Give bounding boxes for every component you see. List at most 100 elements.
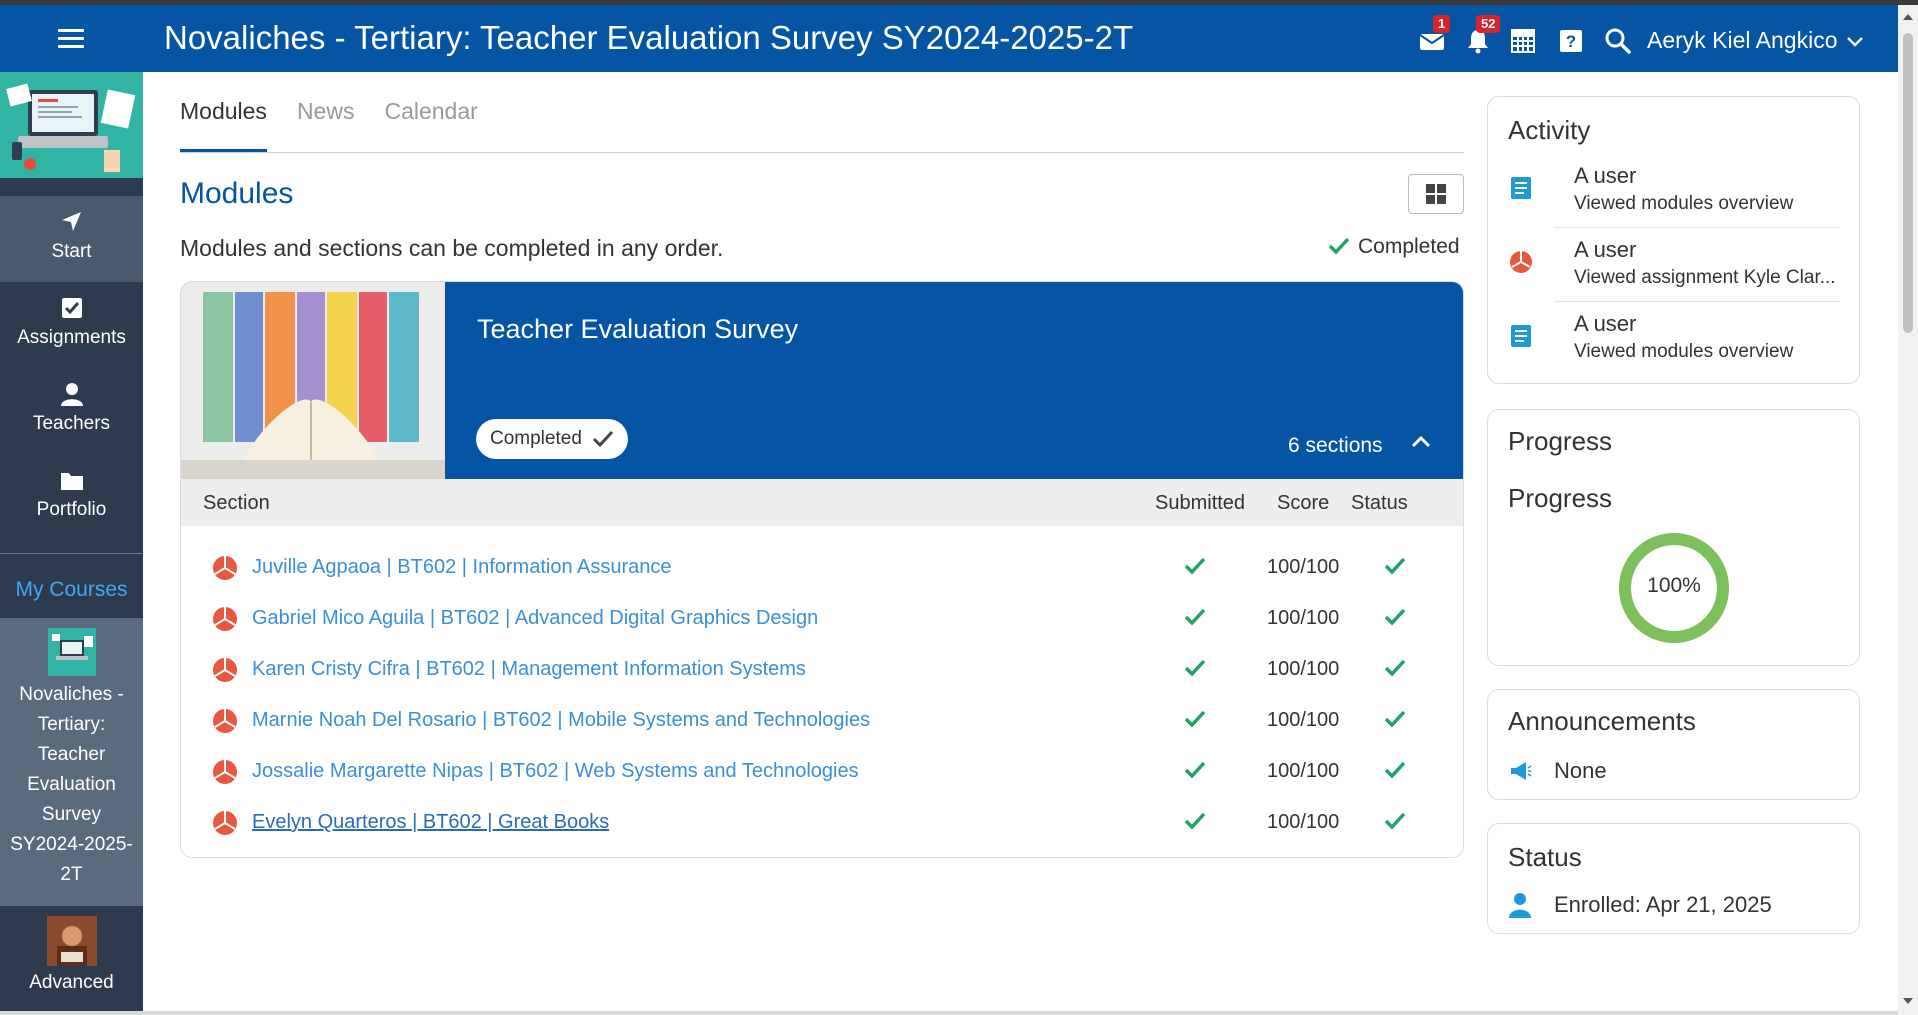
progress-title: Progress: [1508, 426, 1613, 456]
sidebar-item-label: Portfolio: [36, 499, 107, 520]
scroll-down-icon[interactable]: [1902, 995, 1914, 1007]
activity-title: Activity: [1508, 115, 1591, 145]
svg-text:?: ?: [1566, 32, 1576, 51]
section-score: 100/100: [1267, 760, 1340, 782]
section-score: 100/100: [1267, 556, 1340, 578]
check-document-icon: [61, 298, 82, 318]
sidebar-item-portfolio[interactable]: Portfolio: [0, 454, 143, 540]
submitted-check-icon: [1184, 659, 1206, 677]
activity-item: A user Viewed modules overview: [1508, 163, 1838, 237]
activity-description[interactable]: Viewed assignment Kyle Clar...: [1574, 267, 1856, 289]
course-thumbnail: [47, 628, 96, 676]
section-link[interactable]: Jossalie Margarette Nipas | BT602 | Web …: [252, 760, 859, 783]
menu-icon[interactable]: [58, 29, 84, 49]
scrollbar-thumb[interactable]: [1903, 33, 1913, 333]
status-check-icon: [1384, 659, 1406, 677]
section-table-header: Section Submitted Score Status: [181, 479, 1463, 526]
activity-item: A user Viewed assignment Kyle Clar...: [1508, 237, 1838, 311]
scrollbar[interactable]: [1898, 5, 1918, 1015]
activity-description[interactable]: Viewed modules overview: [1574, 341, 1856, 363]
table-row: Evelyn Quarteros | BT602 | Great Books 10…: [181, 796, 1463, 847]
folder-icon: [60, 473, 83, 490]
sidebar-course-current[interactable]: Novaliches - Tertiary: Teacher Evaluatio…: [0, 618, 143, 906]
user-menu[interactable]: Aeryk Kiel Angkico: [1647, 27, 1837, 54]
course-label: Advanced: [29, 972, 114, 993]
table-row: Juville Agpaoa | BT602 | Information Ass…: [181, 541, 1463, 592]
order-info-text: Modules and sections can be completed in…: [180, 235, 724, 261]
progress-ring: 100%: [1618, 532, 1730, 644]
help-icon[interactable]: ?: [1557, 27, 1585, 55]
section-link[interactable]: Gabriel Mico Aguila | BT602 | Advanced D…: [252, 607, 818, 630]
activity-user: A user: [1574, 163, 1637, 188]
sidebar-item-teachers[interactable]: Teachers: [0, 368, 143, 454]
status-title: Status: [1508, 842, 1582, 872]
grid-icon: [1426, 184, 1446, 204]
my-courses-link[interactable]: My Courses: [0, 578, 143, 602]
status-check-icon: [1384, 557, 1406, 575]
tab-divider: [180, 152, 1464, 153]
submitted-check-icon: [1184, 812, 1206, 830]
section-score: 100/100: [1267, 709, 1340, 731]
column-submitted: Submitted: [1155, 492, 1246, 514]
megaphone-icon: [1511, 762, 1532, 780]
sidebar-item-label: Teachers: [32, 413, 111, 434]
sections-count: 6 sections: [1288, 434, 1383, 457]
progress-value: 100%: [1647, 574, 1701, 597]
submitted-check-icon: [1184, 557, 1206, 575]
completed-status: Completed: [1328, 235, 1460, 259]
course-label: Novaliches - Tertiary: Teacher Evaluatio…: [10, 684, 133, 885]
section-score: 100/100: [1267, 811, 1340, 833]
table-row: Marnie Noah Del Rosario | BT602 | Mobile…: [181, 694, 1463, 745]
sidebar-course-advanced[interactable]: Advanced: [0, 908, 143, 1015]
activity-description[interactable]: Viewed modules overview: [1574, 193, 1856, 215]
sidebar-item-label: Start: [51, 241, 92, 262]
window-bottom-edge: [0, 1011, 1898, 1015]
module-title: Teacher Evaluation Survey: [477, 314, 799, 344]
module-card: Teacher Evaluation Survey Completed 6 se…: [180, 281, 1464, 858]
calendar-grid-icon[interactable]: [1509, 27, 1537, 55]
activity-item: A user Viewed modules overview: [1508, 311, 1838, 385]
scroll-up-icon[interactable]: [1902, 11, 1914, 23]
tab-modules[interactable]: Modules: [180, 98, 267, 153]
activity-separator: [1554, 301, 1840, 302]
table-row: Gabriel Mico Aguila | BT602 | Advanced D…: [181, 592, 1463, 643]
tab-calendar[interactable]: Calendar: [384, 98, 477, 153]
person-icon: [1509, 893, 1531, 918]
section-link[interactable]: Juville Agpaoa | BT602 | Information Ass…: [252, 556, 672, 579]
section-link[interactable]: Evelyn Quarteros | BT602 | Great Books: [252, 811, 609, 834]
chevron-up-icon[interactable]: [1407, 428, 1435, 456]
module-image: [181, 282, 445, 479]
section-link[interactable]: Karen Cristy Cifra | BT602 | Management …: [252, 658, 806, 681]
sidebar-item-start[interactable]: Start: [0, 196, 143, 282]
sidebar: Start Assignments Teachers Portfolio My …: [0, 72, 143, 1015]
grid-view-button[interactable]: [1408, 174, 1464, 214]
course-logo: [0, 72, 143, 178]
section-link[interactable]: Marnie Noah Del Rosario | BT602 | Mobile…: [252, 709, 870, 732]
top-bar: Novaliches - Tertiary: Teacher Evaluatio…: [0, 5, 1898, 72]
chevron-down-icon[interactable]: [1846, 33, 1864, 51]
assignment-pie-icon: [213, 658, 237, 682]
announcements-value: None: [1554, 758, 1607, 783]
sidebar-item-assignments[interactable]: Assignments: [0, 282, 143, 368]
submitted-check-icon: [1184, 761, 1206, 779]
search-icon[interactable]: [1604, 27, 1632, 55]
status-check-icon: [1384, 710, 1406, 728]
column-section: Section: [203, 492, 270, 514]
module-status-pill: Completed: [476, 419, 628, 459]
assignment-pie-icon: [213, 607, 237, 631]
assignment-pie-icon: [213, 760, 237, 784]
modules-heading: Modules: [180, 177, 294, 210]
tab-news[interactable]: News: [297, 98, 355, 153]
section-score: 100/100: [1267, 658, 1340, 680]
check-icon: [1328, 237, 1350, 255]
progress-panel: Progress Progress 100%: [1487, 409, 1860, 666]
navigation-arrow-icon: [61, 212, 81, 231]
assignment-pie-icon: [213, 709, 237, 733]
course-thumbnail: [46, 916, 97, 966]
module-banner[interactable]: Teacher Evaluation Survey Completed 6 se…: [181, 282, 1463, 479]
submitted-check-icon: [1184, 710, 1206, 728]
assignment-pie-icon: [213, 811, 237, 835]
status-check-icon: [1384, 812, 1406, 830]
activity-panel: Activity A user Viewed modules overview …: [1487, 96, 1860, 384]
column-status: Status: [1351, 492, 1408, 514]
